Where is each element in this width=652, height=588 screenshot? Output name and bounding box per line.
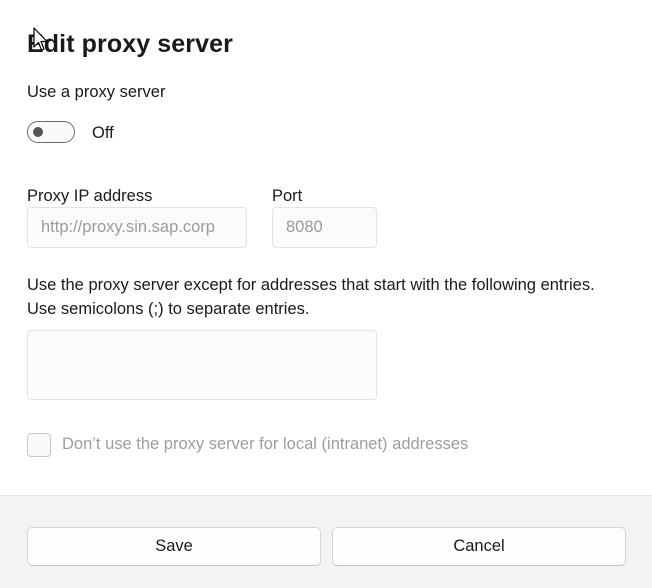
port-label: Port	[272, 187, 303, 205]
exceptions-description-line2: Use semicolons (;) to separate entries.	[27, 300, 310, 318]
local-bypass-label: Don’t use the proxy server for local (in…	[62, 435, 469, 453]
proxy-ip-input[interactable]	[27, 207, 247, 248]
port-input[interactable]	[272, 207, 377, 248]
proxy-toggle-switch[interactable]	[27, 121, 75, 143]
exceptions-description-line1: Use the proxy server except for addresse…	[27, 276, 595, 294]
save-button[interactable]: Save	[27, 527, 321, 566]
dialog-title: Edit proxy server	[27, 30, 233, 58]
proxy-ip-label: Proxy IP address	[27, 187, 153, 205]
cancel-button[interactable]: Cancel	[332, 527, 626, 566]
proxy-toggle-label: Use a proxy server	[27, 83, 166, 101]
local-bypass-checkbox[interactable]	[27, 433, 51, 457]
toggle-knob	[33, 127, 43, 137]
edit-proxy-dialog: Edit proxy server Use a proxy server Off…	[0, 0, 652, 588]
dialog-footer: Save Cancel	[0, 495, 652, 588]
exceptions-textarea[interactable]	[27, 330, 377, 400]
proxy-toggle-state: Off	[92, 124, 114, 142]
dialog-content: Edit proxy server Use a proxy server Off…	[0, 0, 652, 495]
mouse-pointer-icon	[33, 27, 48, 51]
